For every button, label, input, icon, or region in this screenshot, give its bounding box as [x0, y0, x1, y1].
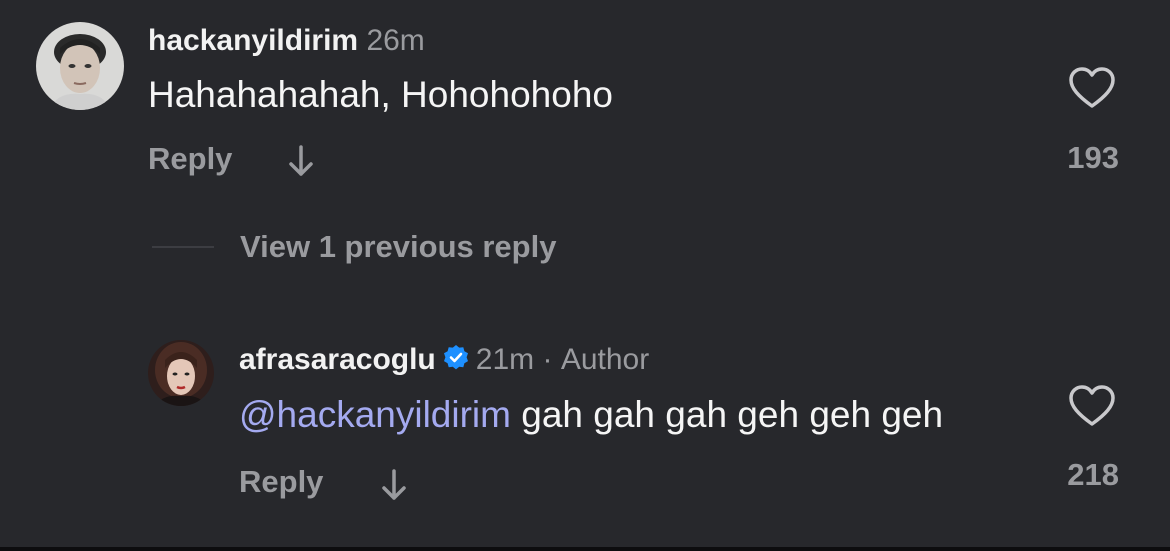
username-text[interactable]: hackanyildirim — [148, 24, 358, 57]
reply-button[interactable]: Reply — [239, 464, 323, 500]
reply-text: @hackanyildirim gah gah gah geh geh geh — [239, 394, 943, 436]
heart-icon[interactable] — [1068, 66, 1116, 110]
reply-button[interactable]: Reply — [148, 141, 232, 177]
reply-timestamp: 21m — [475, 343, 535, 376]
author-label: Author — [560, 343, 650, 376]
like-count: 218 — [1067, 457, 1119, 492]
avatar-image — [148, 340, 214, 406]
avatar-hackanyildirim[interactable] — [36, 22, 124, 110]
reply-username[interactable]: afrasaracoglu 21m · Author — [239, 343, 649, 377]
comment-text: Hahahahahah, Hohohohoho — [148, 74, 613, 115]
mention-link[interactable]: @hackanyildirim — [239, 394, 511, 435]
meta-separator: · — [542, 343, 553, 376]
comment-timestamp: 26m — [366, 24, 425, 57]
arrow-down-icon[interactable] — [379, 468, 409, 502]
avatar-image — [36, 22, 124, 110]
view-previous-replies-button[interactable]: View 1 previous reply — [240, 229, 556, 265]
bottom-edge — [0, 547, 1170, 551]
heart-icon[interactable] — [1068, 384, 1116, 428]
verified-badge-icon — [443, 345, 468, 370]
comment-username[interactable]: hackanyildirim 26m — [148, 24, 425, 58]
like-count: 193 — [1067, 140, 1119, 175]
arrow-down-icon[interactable] — [286, 144, 316, 178]
comments-thread: hackanyildirim 26m Hahahahahah, Hohohoho… — [0, 0, 1170, 551]
thread-divider — [152, 246, 214, 248]
reply-body: gah gah gah geh geh geh — [510, 394, 944, 435]
username-text[interactable]: afrasaracoglu — [239, 343, 436, 376]
avatar-afrasaracoglu[interactable] — [148, 340, 214, 406]
